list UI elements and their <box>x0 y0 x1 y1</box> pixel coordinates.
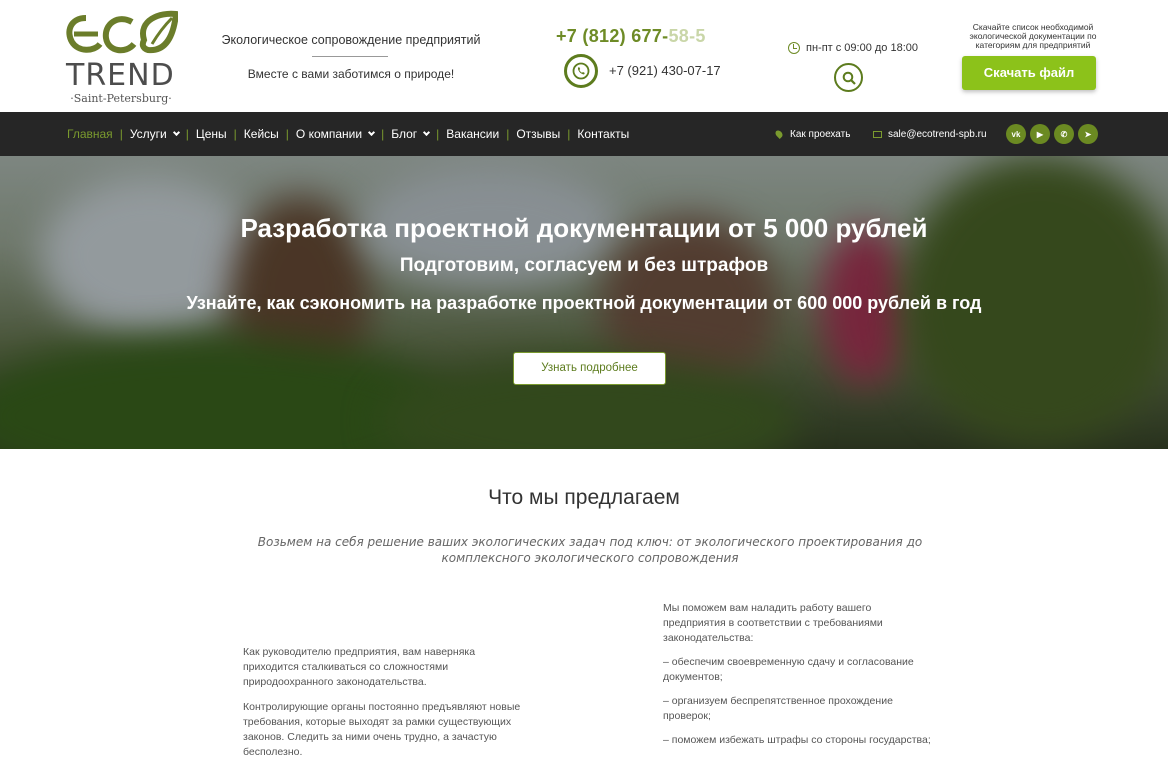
section-lead: Возьмем на себя решение ваших экологичес… <box>257 535 923 565</box>
download-file-button[interactable]: Скачать файл <box>962 56 1096 90</box>
whatsapp-icon[interactable] <box>564 54 598 88</box>
nav-separator: | <box>119 127 123 141</box>
vk-icon[interactable]: vk <box>1006 124 1026 144</box>
paragraph: Мы поможем вам наладить работу вашего пр… <box>663 602 883 644</box>
nav-item-blog[interactable]: Блог <box>391 127 431 141</box>
nav-item-label: Контакты <box>577 127 630 141</box>
nav-item-contacts[interactable]: Контакты <box>577 127 629 141</box>
youtube-icon[interactable]: ▶ <box>1030 124 1050 144</box>
hero-title: Разработка проектной документации от 5 0… <box>240 213 928 243</box>
main-phone-text: +7 (812) 677- <box>556 26 669 46</box>
list-item: – обеспечим своевременную сдачу и соглас… <box>663 656 914 683</box>
email-link[interactable]: sale@ecotrend-spb.ru <box>873 112 987 156</box>
nav-item-cases[interactable]: Кейсы <box>244 127 279 141</box>
site-header: TREND ·Saint-Petersburg· Экологическое с… <box>0 0 1168 112</box>
social-links: vk ▶ ✆ ➤ <box>1006 124 1098 144</box>
tagline-top: Экологическое сопровождение предприятий <box>221 33 481 47</box>
offer-right-column: Мы поможем вам наладить работу вашего пр… <box>663 601 933 757</box>
email-link-text: sale@ecotrend-spb.ru <box>888 128 987 140</box>
list-item: – поможем избежать штрафы со стороны гос… <box>663 734 931 746</box>
chevron-down-icon <box>172 128 180 137</box>
paragraph: Контролирующие органы постоянно предъявл… <box>243 701 521 758</box>
main-navbar: Главная | Услуги | Цены | Кейсы | О комп… <box>0 112 1168 156</box>
nav-item-about[interactable]: О компании <box>295 127 376 141</box>
offer-left-column: Как руководителю предприятия, вам наверн… <box>243 645 533 760</box>
nav-separator: | <box>285 127 289 141</box>
nav-item-prices[interactable]: Цены <box>196 127 227 141</box>
tagline-divider <box>312 56 388 57</box>
envelope-icon <box>873 130 882 138</box>
section-title: Что мы предлагаем <box>488 486 680 509</box>
nav-item-label: Отзывы <box>516 127 561 141</box>
tagline-bottom: Вместе с вами заботимся о природе! <box>247 67 455 81</box>
logo-leaf-icon <box>66 10 178 54</box>
second-phone-link[interactable]: +7 (921) 430-07-17 <box>609 63 721 78</box>
nav-item-vacancies[interactable]: Вакансии <box>446 127 499 141</box>
logo-trend-text: TREND <box>66 58 175 93</box>
telegram-icon[interactable]: ➤ <box>1078 124 1098 144</box>
nav-separator: | <box>381 127 385 141</box>
hero-banner: Разработка проектной документации от 5 0… <box>0 156 1168 449</box>
nav-item-label: Главная <box>67 127 113 141</box>
nav-separator: | <box>567 127 571 141</box>
nav-separator: | <box>436 127 440 141</box>
route-link[interactable]: Как проехать <box>774 112 851 156</box>
nav-item-label: Цены <box>195 127 227 141</box>
nav-item-label: Услуги <box>129 127 167 141</box>
route-link-text: Как проехать <box>790 128 851 140</box>
nav-item-label: Вакансии <box>446 127 500 141</box>
learn-more-button[interactable]: Узнать подробнее <box>513 352 666 385</box>
chevron-down-icon <box>368 128 376 137</box>
hero-subtitle: Подготовим, согласуем и без штрафов <box>399 255 769 276</box>
nav-item-services[interactable]: Услуги <box>129 127 180 141</box>
main-phone-link[interactable]: +7 (812) 677-58-5 <box>556 26 706 47</box>
download-note: Скачайте список необходимой экологическо… <box>969 22 1097 50</box>
nav-item-label: Блог <box>391 127 418 141</box>
clock-icon <box>788 42 800 54</box>
nav-separator: | <box>185 127 189 141</box>
nav-item-home[interactable]: Главная <box>67 127 113 141</box>
list-item: – организуем беспрепятственное прохожден… <box>663 695 893 722</box>
nav-menu: Главная | Услуги | Цены | Кейсы | О комп… <box>67 112 629 156</box>
chevron-down-icon <box>423 128 431 137</box>
hero-subtitle-savings: Узнайте, как сэкономить на разработке пр… <box>186 293 982 313</box>
nav-separator: | <box>506 127 510 141</box>
working-hours-text: пн-пт с 09:00 до 18:00 <box>806 42 919 54</box>
search-icon[interactable] <box>834 63 863 92</box>
nav-item-label: Кейсы <box>243 127 279 141</box>
site-logo[interactable]: TREND ·Saint-Petersburg· <box>64 10 178 105</box>
paragraph: Как руководителю предприятия, вам наверн… <box>243 646 476 688</box>
working-hours: пн-пт с 09:00 до 18:00 <box>788 42 918 54</box>
nav-item-label: О компании <box>295 127 363 141</box>
nav-separator: | <box>233 127 237 141</box>
whatsapp-icon[interactable]: ✆ <box>1054 124 1074 144</box>
logo-city-text: ·Saint-Petersburg· <box>70 92 172 105</box>
map-pin-icon <box>774 129 784 139</box>
main-phone-faded: 58-5 <box>668 26 706 46</box>
nav-item-reviews[interactable]: Отзывы <box>516 127 560 141</box>
